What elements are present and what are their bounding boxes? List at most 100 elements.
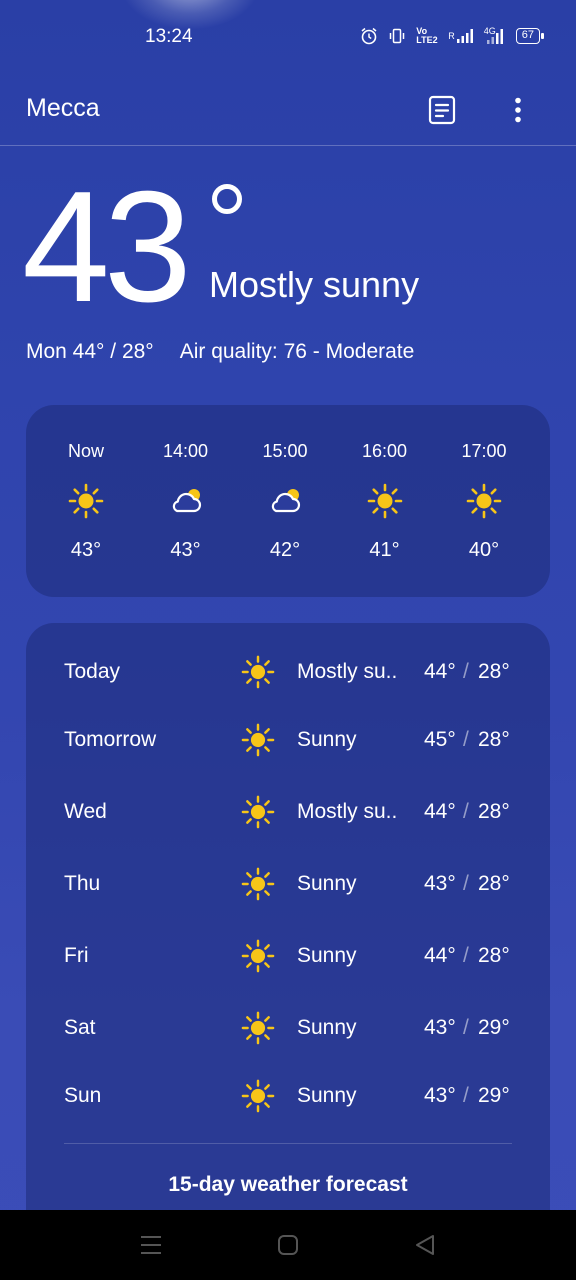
- status-bar: 13:24 Vo LTE2 R 4G 67: [0, 0, 576, 72]
- back-button[interactable]: [412, 1232, 438, 1258]
- daily-day: Sat: [64, 1016, 96, 1039]
- hourly-forecast-card[interactable]: Now 43° 14:00 43° 15:00 42° 16:00 41° 17…: [26, 405, 550, 597]
- daily-condition: Mostly su..: [297, 660, 398, 683]
- network-label: 4G: [483, 26, 496, 36]
- more-vert-icon: [515, 97, 521, 123]
- hourly-icon: [367, 483, 403, 519]
- daily-day: Tomorrow: [64, 728, 157, 751]
- sun-icon: [466, 483, 502, 519]
- daily-condition: Mostly su..: [297, 800, 398, 823]
- sun-icon: [68, 483, 104, 519]
- list-icon: [428, 95, 456, 125]
- hourly-time: 16:00: [361, 441, 408, 461]
- fifteen-day-forecast-link[interactable]: 15-day weather forecast: [26, 1173, 550, 1197]
- daily-condition: Sunny: [297, 944, 357, 967]
- current-temperature: 43: [22, 159, 192, 335]
- status-icons: Vo LTE2 R 4G 67: [360, 26, 545, 46]
- daily-low: 28°: [478, 800, 510, 823]
- hourly-time: 14:00: [162, 441, 209, 461]
- day-range: Mon 44° / 28°: [26, 340, 154, 363]
- sun-icon: [367, 483, 402, 519]
- volte-icon: Vo LTE2: [416, 26, 438, 45]
- signal-4g-icon: 4G: [484, 26, 506, 46]
- sun-icon: [241, 655, 275, 689]
- daily-icon: [241, 1011, 275, 1045]
- daily-high: 43°: [424, 1016, 456, 1039]
- daily-icon: [241, 795, 275, 829]
- daily-condition: Sunny: [297, 728, 357, 751]
- navigation-bar: [0, 1210, 576, 1280]
- daily-row[interactable]: Thu Sunny 43° / 28°: [26, 864, 550, 904]
- hourly-icon: [466, 483, 502, 519]
- range-separator: /: [463, 1084, 469, 1107]
- divider: [64, 1143, 512, 1144]
- daily-row[interactable]: Fri Sunny 44° / 28°: [26, 936, 550, 976]
- daily-day: Sun: [64, 1084, 102, 1107]
- current-details: Mon 44° / 28° Air quality: 76 - Moderate: [26, 340, 414, 364]
- current-condition: Mostly sunny: [209, 264, 420, 305]
- partly-cloudy-icon: [271, 489, 301, 513]
- daily-condition: Sunny: [297, 872, 357, 895]
- range-separator: /: [463, 728, 469, 751]
- daily-high: 44°: [424, 660, 456, 683]
- roaming-label: R: [448, 31, 455, 41]
- hourly-temp: 43°: [70, 539, 102, 561]
- alarm-icon: [360, 26, 378, 46]
- daily-row[interactable]: Today Mostly su.. 44° / 28°: [26, 652, 550, 692]
- home-button[interactable]: [275, 1232, 301, 1258]
- daily-row[interactable]: Sat Sunny 43° / 29°: [26, 1008, 550, 1048]
- daily-low: 29°: [478, 1084, 510, 1107]
- partly-cloudy-icon: [172, 489, 201, 513]
- range-separator: /: [463, 872, 469, 895]
- range-separator: /: [463, 800, 469, 823]
- daily-high: 44°: [424, 800, 456, 823]
- hourly-time: 15:00: [262, 441, 308, 461]
- app-bar: Mecca: [0, 72, 576, 146]
- sun-icon: [241, 939, 275, 973]
- battery-icon: 67: [515, 28, 545, 44]
- status-time: 13:24: [145, 26, 193, 47]
- daily-low: 28°: [478, 728, 510, 751]
- daily-high: 45°: [424, 728, 456, 751]
- daily-low: 28°: [478, 872, 510, 895]
- daily-day: Thu: [64, 872, 101, 895]
- range-separator: /: [463, 944, 469, 967]
- hourly-temp: 41°: [369, 539, 400, 561]
- daily-high: 44°: [424, 944, 456, 967]
- daily-high: 43°: [424, 1084, 456, 1107]
- recents-button[interactable]: [138, 1232, 164, 1258]
- daily-low: 28°: [478, 944, 510, 967]
- sun-icon: [241, 1079, 275, 1113]
- daily-day: Fri: [64, 944, 89, 967]
- daily-condition: Sunny: [297, 1016, 357, 1039]
- daily-row[interactable]: Sun Sunny 43° / 29°: [26, 1076, 550, 1116]
- air-quality[interactable]: Air quality: 76 - Moderate: [180, 340, 415, 364]
- sun-icon: [241, 723, 275, 757]
- daily-row[interactable]: Wed Mostly su.. 44° / 28°: [26, 792, 550, 832]
- daily-forecast-card: 15-day weather forecast Today Mostly su.…: [26, 623, 550, 1243]
- hourly-icon: [68, 483, 104, 519]
- hourly-icon: [168, 483, 204, 519]
- daily-day: Today: [64, 660, 121, 683]
- daily-row[interactable]: Tomorrow Sunny 45° / 28°: [26, 720, 550, 760]
- daily-icon: [241, 655, 275, 689]
- signal-icon: R: [448, 26, 474, 46]
- hourly-temp: 42°: [269, 539, 301, 561]
- hourly-time: Now: [67, 441, 104, 461]
- range-separator: /: [463, 660, 469, 683]
- more-options-button[interactable]: [498, 90, 538, 130]
- degree-symbol: [212, 184, 242, 214]
- city-name[interactable]: Mecca: [26, 94, 100, 123]
- range-separator: /: [463, 1016, 469, 1039]
- city-list-button[interactable]: [422, 90, 462, 130]
- hourly-temp: 43°: [170, 539, 201, 561]
- daily-icon: [241, 723, 275, 757]
- sun-icon: [241, 795, 275, 829]
- daily-icon: [241, 867, 275, 901]
- vibrate-icon: [388, 26, 406, 46]
- hourly-icon: [267, 483, 303, 519]
- daily-high: 43°: [424, 872, 456, 895]
- daily-icon: [241, 939, 275, 973]
- sun-icon: [241, 867, 275, 901]
- hourly-temp: 40°: [468, 539, 500, 561]
